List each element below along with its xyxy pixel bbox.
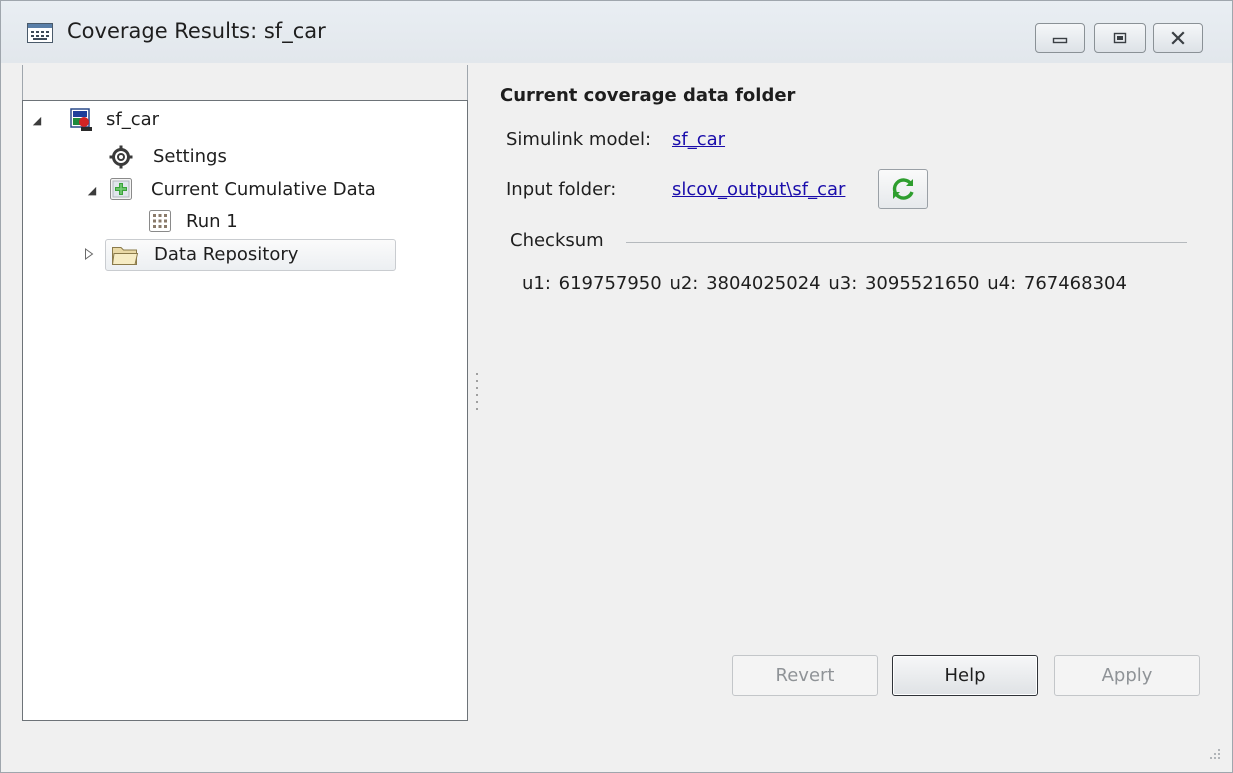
coverage-results-window: Coverage Results: sf_car ◢ sf_car Settin… [0,0,1233,773]
tree-item-label[interactable]: Current Cumulative Data [151,179,376,200]
refresh-icon [892,178,914,200]
apply-button[interactable]: Apply [1054,655,1200,696]
close-button[interactable] [1153,23,1203,53]
checksum-values: u1: 619757950 u2: 3804025024 u3: 3095521… [522,273,1127,294]
restore-icon [1113,32,1127,44]
collapse-triangle-icon[interactable]: ◢ [31,114,43,127]
cumulative-data-icon [109,177,133,201]
section-heading: Current coverage data folder [500,85,796,106]
minimize-button[interactable] [1035,23,1085,53]
splitter-grip-dot [476,408,478,410]
splitter-grip-dot [476,380,478,382]
checksum-divider [626,242,1187,243]
tree-item-label[interactable]: Run 1 [186,211,238,232]
collapse-triangle-icon[interactable]: ◢ [86,184,98,197]
model-label: Simulink model: [506,129,652,150]
revert-button[interactable]: Revert [732,655,878,696]
expand-triangle-icon[interactable] [83,248,95,260]
help-button[interactable]: Help [892,655,1038,696]
run-data-icon [148,209,172,233]
splitter-grip-dot [476,387,478,389]
refresh-button[interactable] [878,169,928,209]
tree-header [22,65,468,101]
checksum-label: Checksum [510,230,604,251]
input-folder-label: Input folder: [506,179,617,200]
model-link[interactable]: sf_car [672,129,725,150]
gear-icon [109,145,133,169]
window-title: Coverage Results: sf_car [67,19,326,43]
window-app-icon [27,23,53,43]
resize-grip-icon[interactable] [1207,745,1221,759]
restore-button[interactable] [1094,23,1146,53]
model-icon [70,108,94,132]
splitter-grip-dot [476,373,478,375]
tree-item-label[interactable]: Data Repository [154,244,298,265]
close-icon [1171,31,1185,45]
splitter-grip-dot [476,394,478,396]
tree-item-label[interactable]: sf_car [106,109,159,130]
panel-splitter[interactable] [471,100,483,721]
folder-icon [111,243,139,267]
splitter-grip-dot [476,401,478,403]
tree-item-label[interactable]: Settings [153,146,227,167]
minimize-icon [1052,37,1068,44]
input-folder-link[interactable]: slcov_output\sf_car [672,179,845,200]
coverage-tree[interactable]: ◢ sf_car Settings ◢ Current Cumulative D… [22,100,468,721]
title-bar[interactable]: Coverage Results: sf_car [1,1,1232,63]
